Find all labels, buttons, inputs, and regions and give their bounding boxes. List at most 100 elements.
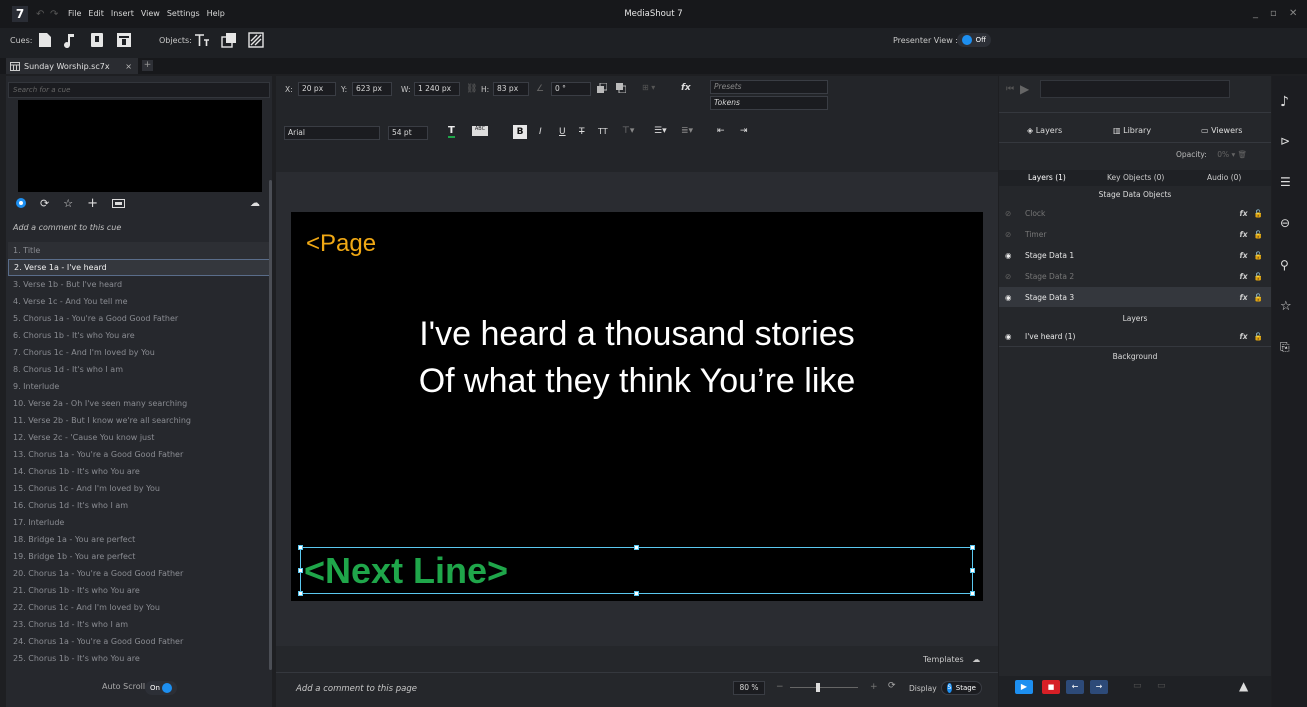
effects-fx-icon[interactable]: fx [1240, 332, 1248, 341]
layer-row[interactable]: ◉ Stage Data 1 fx 🔓 [999, 245, 1271, 265]
cue-item[interactable]: 19. Bridge 1b - You are perfect [8, 548, 270, 565]
tab-library[interactable]: ▥ Library [1113, 126, 1151, 135]
unlock-icon[interactable]: 🔓 [1254, 332, 1263, 341]
highlight-color-icon[interactable]: ABC [472, 126, 488, 136]
close-window-icon[interactable]: ✕ [1289, 8, 1297, 19]
list-icon[interactable]: ≣▾ [681, 126, 693, 136]
cue-item[interactable]: 7. Chorus 1c - And I'm loved by You [8, 344, 270, 361]
presets-dropdown[interactable]: Presets [710, 80, 828, 94]
live-status-icon[interactable] [16, 198, 26, 208]
cue-item[interactable]: 16. Chorus 1d - It's who I am [8, 497, 270, 514]
cue-item[interactable]: 6. Chorus 1b - It's who You are [8, 327, 270, 344]
song-cue-icon[interactable] [64, 32, 84, 50]
layer-row[interactable]: ⊘ Clock fx 🔓 [999, 203, 1271, 223]
cue-search-input[interactable]: Search for a cue [8, 82, 270, 98]
cue-item[interactable]: 3. Verse 1b - But I've heard [8, 276, 270, 293]
cue-item[interactable]: 14. Chorus 1b - It's who You are [8, 463, 270, 480]
add-cue-icon[interactable]: + [87, 196, 98, 211]
lyric-line-1[interactable]: I've heard a thousand stories [291, 315, 983, 354]
go-live-button[interactable]: ▶ [1015, 680, 1033, 694]
y-field[interactable]: 623 px [352, 82, 392, 96]
resize-handle[interactable] [298, 545, 303, 550]
hidden-eye-icon[interactable]: ⊘ [1005, 272, 1017, 281]
stop-button[interactable]: ■ [1042, 680, 1060, 694]
cue-item[interactable]: 13. Chorus 1a - You're a Good Good Fathe… [8, 446, 270, 463]
cue-item[interactable]: 17. Interlude [8, 514, 270, 531]
underline-button[interactable]: U [559, 127, 566, 137]
presenter-view-toggle[interactable]: Off [957, 33, 991, 47]
presentation-cue-icon[interactable] [116, 32, 136, 50]
next-button[interactable]: → [1090, 680, 1108, 694]
cue-item[interactable]: 24. Chorus 1a - You're a Good Good Fathe… [8, 633, 270, 650]
cue-item[interactable]: 23. Chorus 1d - It's who I am [8, 616, 270, 633]
resize-handle[interactable] [298, 591, 303, 596]
cue-comment-input[interactable]: Add a comment to this cue [13, 223, 121, 232]
tab-sunday-worship[interactable]: Sunday Worship.sc7x × [6, 58, 138, 74]
cue-item[interactable]: 4. Verse 1c - And You tell me [8, 293, 270, 310]
visible-eye-icon[interactable]: ◉ [1005, 251, 1017, 260]
layer-row[interactable]: ⊘ Stage Data 2 fx 🔓 [999, 266, 1271, 286]
cue-item[interactable]: 12. Verse 2c - 'Cause You know just [8, 429, 270, 446]
trash-icon[interactable]: ▾ 🗑 [1232, 150, 1248, 159]
cloud-icon[interactable]: ☁ [250, 198, 260, 209]
effects-fx-icon[interactable]: fx [1240, 272, 1248, 281]
layer-row[interactable]: ◉ Stage Data 3 fx 🔓 [999, 287, 1271, 307]
page-comment-input[interactable]: Add a comment to this page [296, 684, 417, 694]
layer-row[interactable]: ⊘ Timer fx 🔓 [999, 224, 1271, 244]
cue-item[interactable]: 2. Verse 1a - I've heard [8, 259, 270, 276]
refresh-icon[interactable]: ⟳ [888, 681, 896, 691]
maximize-icon[interactable]: ▫ [1270, 8, 1277, 19]
cue-list-scrollbar[interactable] [269, 180, 272, 670]
bring-forward-icon[interactable] [597, 83, 607, 93]
playlist-icon[interactable]: ☰ [1280, 175, 1298, 193]
align-icon[interactable]: ⊞ ▾ [642, 83, 655, 92]
effects-fx-icon[interactable]: fx [1240, 251, 1248, 260]
w-field[interactable]: 1 240 px [414, 82, 460, 96]
cue-item[interactable]: 25. Chorus 1b - It's who You are [8, 650, 270, 667]
clipboard-icon[interactable]: ⎘ [1280, 340, 1298, 358]
media-object-icon[interactable] [221, 32, 241, 50]
warning-icon[interactable]: ▲ [1239, 679, 1248, 693]
play-preview-icon[interactable]: ▶ [1020, 82, 1029, 96]
aspect-lock-icon[interactable]: ⛓ [466, 84, 477, 94]
unlock-icon[interactable]: 🔓 [1254, 293, 1263, 302]
zoom-slider[interactable] [790, 687, 858, 688]
x-field[interactable]: 20 px [298, 82, 336, 96]
previous-button[interactable]: ← [1066, 680, 1084, 694]
outdent-icon[interactable]: ⇤ [717, 126, 725, 136]
hidden-eye-icon[interactable]: ⊘ [1005, 209, 1017, 218]
wrench-icon[interactable]: ⚲ [1280, 258, 1298, 276]
refresh-icon[interactable]: ⟳ [40, 197, 49, 210]
zoom-field[interactable]: 80 % [733, 681, 765, 695]
blank-cue-icon[interactable] [38, 32, 58, 50]
tokens-dropdown[interactable]: Tokens [710, 96, 828, 110]
tab-viewers[interactable]: ▭ Viewers [1201, 126, 1242, 135]
effects-fx-icon[interactable]: fx [1240, 293, 1248, 302]
previous-icon[interactable]: ⏮ [1006, 84, 1014, 94]
zoom-out-icon[interactable]: − [776, 682, 784, 692]
cue-item[interactable]: 11. Verse 2b - But I know we're all sear… [8, 412, 270, 429]
hidden-eye-icon[interactable]: ⊘ [1005, 230, 1017, 239]
rotation-field[interactable]: 0 ° [551, 82, 591, 96]
display-select[interactable]: S Stage [941, 681, 982, 695]
tab-layers[interactable]: ◈ Layers [1027, 126, 1062, 135]
effects-fx-icon[interactable]: fx [1240, 209, 1248, 218]
selection-box[interactable] [300, 547, 973, 594]
cue-item[interactable]: 15. Chorus 1c - And I'm loved by You [8, 480, 270, 497]
music-note-icon[interactable]: ♪ [1280, 94, 1298, 112]
lyric-line-2[interactable]: Of what they think You’re like [291, 362, 983, 401]
effects-fx-icon[interactable]: fx [681, 83, 691, 93]
stage-screen-icon[interactable]: ▭ [1157, 681, 1166, 691]
cue-item[interactable]: 18. Bridge 1a - You are perfect [8, 531, 270, 548]
visible-eye-icon[interactable]: ◉ [1005, 293, 1017, 302]
shape-object-icon[interactable] [248, 32, 268, 50]
cue-item[interactable]: 5. Chorus 1a - You're a Good Good Father [8, 310, 270, 327]
cue-item[interactable]: 21. Chorus 1b - It's who You are [8, 582, 270, 599]
subtab-layers[interactable]: Layers (1) [1028, 173, 1066, 182]
favorite-icon[interactable]: ☆ [63, 197, 73, 210]
zoom-slider-thumb[interactable] [816, 683, 820, 692]
resize-handle[interactable] [634, 545, 639, 550]
text-color-icon[interactable]: T [448, 125, 455, 138]
cue-item[interactable]: 8. Chorus 1d - It's who I am [8, 361, 270, 378]
cue-item[interactable]: 9. Interlude [8, 378, 270, 395]
